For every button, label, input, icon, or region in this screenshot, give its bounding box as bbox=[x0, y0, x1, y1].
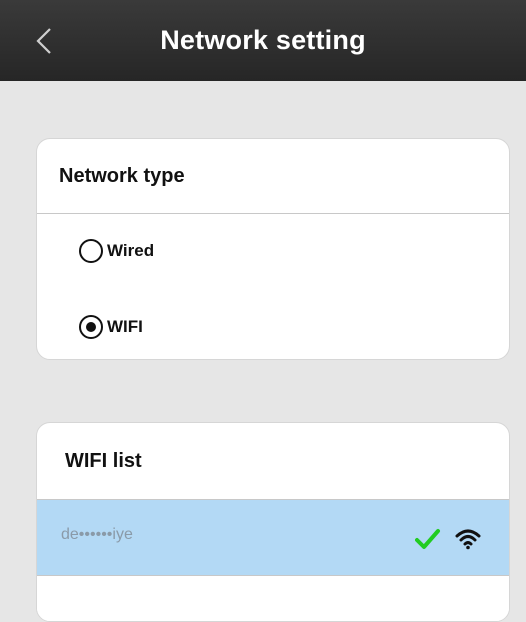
network-type-heading: Network type bbox=[59, 165, 185, 187]
radio-wired-label: Wired bbox=[107, 241, 155, 260]
wifi-list-card: WIFI list de••••••iye bbox=[36, 422, 510, 622]
divider bbox=[37, 213, 509, 214]
wifi-list-heading: WIFI list bbox=[65, 450, 142, 472]
back-chevron-icon[interactable] bbox=[30, 26, 60, 56]
top-nav-bar: Network setting bbox=[0, 0, 526, 81]
radio-wifi[interactable]: WIFI bbox=[79, 312, 143, 342]
network-type-card: Network type Wired WIFI bbox=[36, 138, 510, 360]
radio-wired[interactable]: Wired bbox=[79, 236, 154, 266]
radio-wifi-label: WIFI bbox=[107, 317, 143, 336]
wifi-signal-icon bbox=[455, 529, 481, 550]
radio-unselected-icon[interactable] bbox=[79, 239, 103, 263]
checkmark-icon bbox=[415, 529, 440, 549]
wifi-network-row[interactable]: de••••••iye bbox=[37, 499, 509, 575]
radio-selected-icon[interactable] bbox=[79, 315, 103, 339]
wifi-ssid: de••••••iye bbox=[61, 526, 133, 543]
page-title: Network setting bbox=[160, 25, 366, 55]
wifi-network-row-next[interactable] bbox=[37, 575, 509, 621]
